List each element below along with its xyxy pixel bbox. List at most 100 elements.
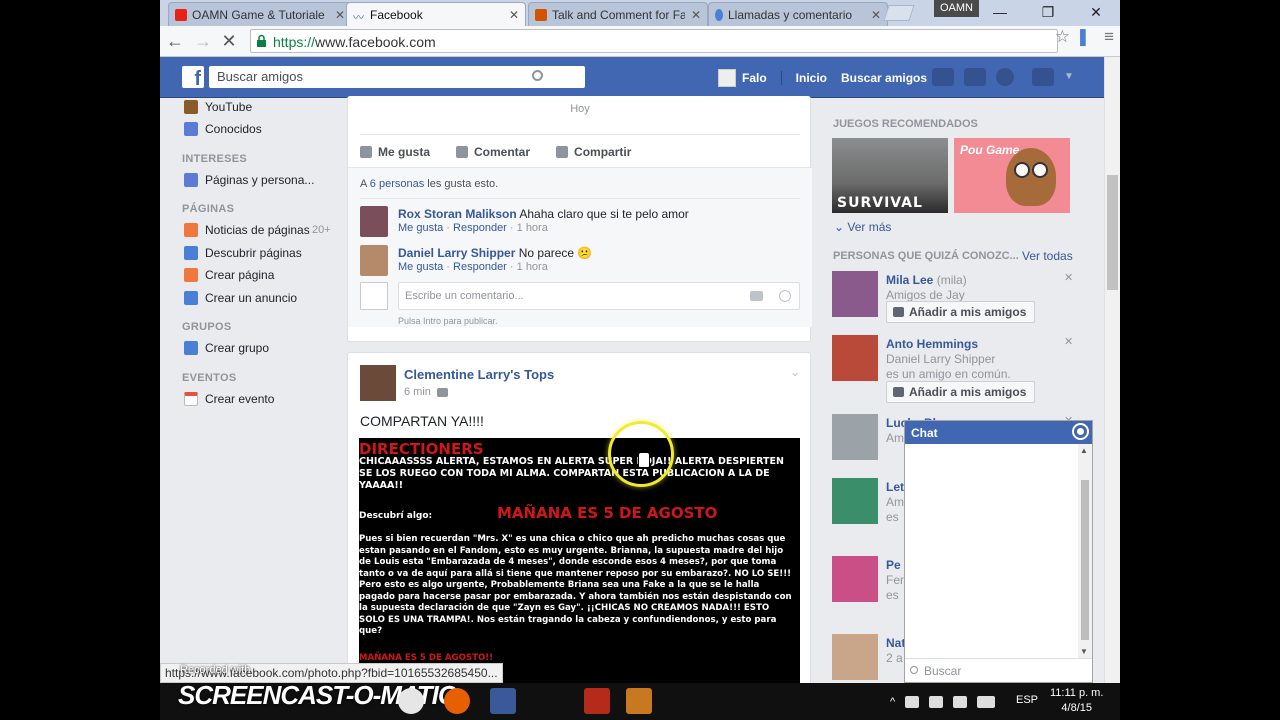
input-language[interactable]: ESP <box>1016 694 1038 706</box>
close-window-icon[interactable]: ✕ <box>1072 0 1120 24</box>
post-options-chevron-icon[interactable]: ⌄ <box>790 365 800 379</box>
author-avatar[interactable] <box>360 365 396 401</box>
forward-arrow-icon[interactable]: → <box>192 30 214 52</box>
gear-icon[interactable] <box>1074 425 1087 438</box>
scrollbar-thumb[interactable] <box>1107 175 1118 290</box>
nav-item-noticias-paginas[interactable]: Noticias de páginas 20+ <box>184 223 331 237</box>
person-name[interactable]: Mila Lee (mila) <box>886 273 967 287</box>
user-avatar[interactable] <box>718 69 736 87</box>
commenter-avatar[interactable] <box>360 245 388 276</box>
tray-expand-icon[interactable]: ^ <box>890 696 895 708</box>
close-tab-icon[interactable]: ✕ <box>335 8 345 22</box>
screencast-app-icon[interactable] <box>626 688 652 714</box>
close-tab-icon[interactable]: ✕ <box>691 8 701 22</box>
post-author-link[interactable]: Clementine Larry's Tops <box>404 367 554 382</box>
taskbar-clock[interactable]: 11:11 p. m. 4/8/15 <box>1050 686 1103 716</box>
tab-facebook[interactable]: 〰 Facebook ✕ <box>346 2 526 26</box>
nav-item-crear-anuncio[interactable]: Crear un anuncio <box>184 291 297 305</box>
battery-icon[interactable] <box>953 695 968 708</box>
facebook-app-icon[interactable] <box>490 688 516 714</box>
account-menu-caret-icon[interactable]: ▼ <box>1064 68 1074 86</box>
person-photo[interactable] <box>832 335 878 381</box>
comment-reply-link[interactable]: Responder <box>453 222 507 234</box>
back-arrow-icon[interactable]: ← <box>164 30 186 52</box>
person-photo[interactable] <box>832 556 878 602</box>
privacy-shortcuts-icon[interactable] <box>1032 68 1054 86</box>
messages-icon[interactable] <box>964 68 986 86</box>
post-image[interactable]: DIRECTIONERS CHICAAASSSS ALERTA, ESTAMOS… <box>359 438 800 683</box>
comment-time[interactable]: 1 hora <box>517 222 548 234</box>
game-app-icon[interactable] <box>584 688 610 714</box>
minimize-icon[interactable]: — <box>976 0 1024 24</box>
nav-item-paginas-personas[interactable]: Páginas y persona... <box>184 173 314 187</box>
dismiss-x-icon[interactable]: ✕ <box>1064 271 1073 284</box>
mutual-friend-link[interactable]: Daniel Larry Shipper <box>886 352 995 367</box>
maximize-icon[interactable]: ❐ <box>1024 0 1072 24</box>
game-pou-thumbnail[interactable]: Pou Game <box>954 138 1070 213</box>
like-button[interactable]: Me gusta <box>360 145 430 159</box>
person-name[interactable]: Anto Hemmings <box>886 337 978 351</box>
nav-item-crear-grupo[interactable]: Crear grupo <box>184 341 269 355</box>
person-photo[interactable] <box>832 271 878 317</box>
bookmark-star-icon[interactable]: ☆ <box>1055 27 1070 47</box>
chrome-icon[interactable] <box>398 688 424 714</box>
person-name[interactable]: Pe <box>886 558 901 572</box>
nav-item-conocidos[interactable]: Conocidos <box>184 122 262 136</box>
network-icon[interactable] <box>905 695 920 708</box>
emoji-icon[interactable] <box>779 290 791 302</box>
comment-time[interactable]: 1 hora <box>517 261 548 273</box>
tab-llamadas[interactable]: Llamadas y comentario ✕ <box>708 2 888 26</box>
comment-like-link[interactable]: Me gusta <box>398 261 443 273</box>
nav-item-crear-evento[interactable]: Crear evento <box>184 392 274 406</box>
commenter-name[interactable]: Rox Storan Malikson <box>398 207 517 221</box>
address-bar[interactable]: https://www.facebook.com <box>250 29 1058 53</box>
firefox-icon[interactable] <box>444 688 470 714</box>
game-survival-thumbnail[interactable]: SURVIVAL <box>832 138 948 213</box>
chat-search-input[interactable]: Buscar <box>905 658 1092 682</box>
nav-item-descubrir-paginas[interactable]: Descubrir páginas <box>184 246 302 260</box>
friend-search-input[interactable]: Buscar amigos <box>209 66 585 88</box>
close-tab-icon[interactable]: ✕ <box>509 8 519 22</box>
chat-scrollbar-thumb[interactable] <box>1081 480 1089 640</box>
profile-link[interactable]: Falo <box>742 71 767 85</box>
profile-badge[interactable]: OAMN <box>934 0 979 17</box>
keyboard-icon[interactable] <box>977 695 996 708</box>
tab-talk-comment[interactable]: Talk and Comment for Fa ✕ <box>528 2 708 26</box>
see-more-games-link[interactable]: ⌄ Ver más <box>834 220 891 234</box>
facebook-logo-icon[interactable]: f <box>182 66 204 90</box>
page-scrollbar[interactable] <box>1104 57 1120 683</box>
commenter-name[interactable]: Daniel Larry Shipper <box>398 246 515 260</box>
find-friends-link[interactable]: Buscar amigos <box>841 71 927 85</box>
volume-icon[interactable] <box>929 695 944 708</box>
search-icon[interactable] <box>532 70 543 81</box>
close-tab-icon[interactable]: ✕ <box>871 8 881 22</box>
person-photo[interactable] <box>832 478 878 524</box>
nav-item-crear-pagina[interactable]: Crear página <box>184 268 274 282</box>
see-all-link[interactable]: Ver todas <box>1022 249 1073 263</box>
tab-oamn[interactable]: OAMN Game & Tutoriale ✕ <box>168 2 352 26</box>
friend-requests-icon[interactable] <box>932 68 954 86</box>
stop-loading-icon[interactable]: ✕ <box>218 30 240 52</box>
person-name[interactable]: Nat <box>886 636 905 650</box>
microphone-icon[interactable]: ❚ <box>1076 27 1090 47</box>
post-timestamp[interactable]: 6 min <box>404 386 431 398</box>
notifications-globe-icon[interactable] <box>996 68 1014 86</box>
comment-like-link[interactable]: Me gusta <box>398 222 443 234</box>
comment-button[interactable]: Comentar <box>456 145 530 159</box>
menu-icon[interactable]: ≡ <box>1104 27 1114 47</box>
commenter-avatar[interactable] <box>360 206 388 237</box>
comment-reply-link[interactable]: Responder <box>453 261 507 273</box>
person-photo[interactable] <box>832 414 878 460</box>
comment-input[interactable]: Escribe un comentario... <box>398 282 800 310</box>
scroll-down-icon[interactable]: ▼ <box>1080 647 1088 656</box>
share-button[interactable]: Compartir <box>556 145 631 159</box>
nav-item-youtube[interactable]: YouTube <box>184 100 252 114</box>
add-friend-button[interactable]: Añadir a mis amigos <box>886 381 1036 403</box>
chat-header[interactable]: Chat <box>905 421 1092 444</box>
add-friend-button[interactable]: Añadir a mis amigos <box>886 301 1036 323</box>
new-tab-button[interactable] <box>883 5 915 21</box>
home-link[interactable]: Inicio <box>780 71 827 85</box>
dismiss-x-icon[interactable]: ✕ <box>1064 335 1073 348</box>
likers-link[interactable]: 6 personas <box>370 178 424 190</box>
scroll-up-icon[interactable]: ▲ <box>1080 446 1088 455</box>
